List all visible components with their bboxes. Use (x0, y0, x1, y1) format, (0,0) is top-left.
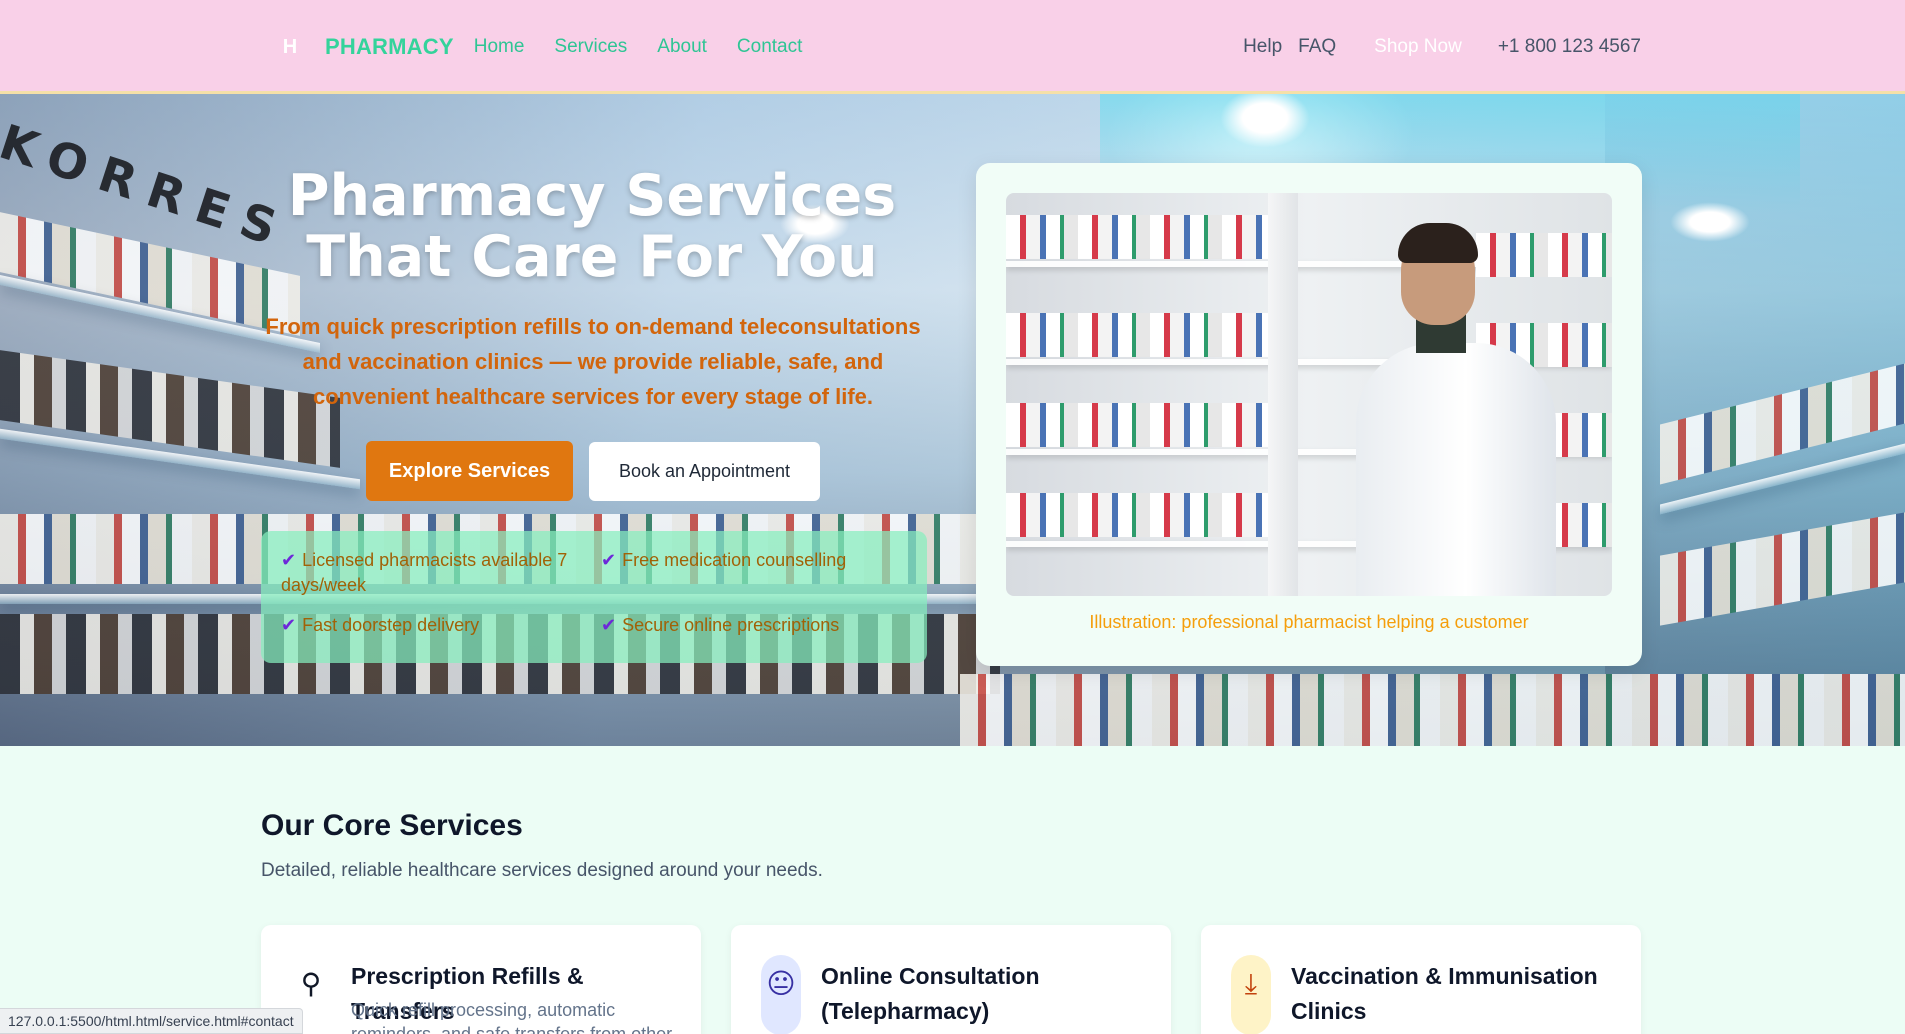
shop-now-button[interactable]: Shop Now (1374, 36, 1462, 58)
services-subtitle: Detailed, reliable healthcare services d… (261, 860, 823, 881)
face-icon: 😐 (761, 955, 801, 1034)
feature-text: Secure online prescriptions (622, 615, 840, 635)
feature-list: ✔ Licensed pharmacists available 7 days/w… (261, 531, 927, 663)
card-title: Vaccination & Immunisation Clinics (1291, 963, 1598, 1024)
hero-subtitle: From quick prescription refills to on-de… (265, 314, 921, 409)
hero-section: KORRES Pharmacy Services That Care For Y… (0, 94, 1905, 746)
help-link[interactable]: Help (1243, 36, 1282, 58)
feature-text: Fast doorstep delivery (302, 615, 480, 635)
nav-link-home[interactable]: Home (474, 36, 525, 58)
logo-mark[interactable]: H (277, 34, 303, 60)
book-appointment-button[interactable]: Book an Appointment (589, 442, 820, 501)
check-icon: ✔ (281, 615, 297, 636)
photo-shelf-stock (1006, 215, 1268, 259)
check-icon: ✔ (601, 615, 617, 636)
faq-link[interactable]: FAQ (1298, 36, 1336, 58)
service-card-prescription[interactable]: ⚲ Prescription Refills & Transfers Quick… (261, 925, 701, 1034)
feature-item: ✔ Free medication counselling (601, 548, 911, 573)
feature-item: ✔ Secure online prescriptions (601, 613, 911, 638)
feature-item: ✔ Licensed pharmacists available 7 days/w… (281, 548, 581, 598)
photo-shelf-stock (1006, 493, 1268, 537)
background-shelf-stock (960, 674, 1905, 746)
hero-title: Pharmacy Services That Care For You (287, 163, 897, 290)
hero-media-card: Illustration: professional pharmacist he… (976, 163, 1642, 666)
nav-link-about[interactable]: About (657, 36, 707, 58)
photo-shelf-stock (1476, 233, 1612, 277)
pharmacist-hair (1398, 223, 1478, 263)
service-card-vaccination[interactable]: ⤓ Vaccination & Immunisation Clinics (1201, 925, 1641, 1034)
check-icon: ✔ (601, 550, 617, 571)
media-caption: Illustration: professional pharmacist he… (1089, 612, 1529, 632)
syringe-check-icon: ⤓ (1231, 955, 1271, 1034)
pharmacist-photo (1006, 193, 1612, 596)
feature-text: Free medication counselling (622, 550, 847, 570)
nav-link-services[interactable]: Services (554, 36, 627, 58)
photo-shelf-stock (1006, 313, 1268, 357)
service-card-telepharmacy[interactable]: 😐 Online Consultation (Telepharmacy) (731, 925, 1171, 1034)
feature-item: ✔ Fast doorstep delivery (281, 613, 581, 638)
photo-shelf-stock (1006, 403, 1268, 447)
top-navbar: H PHARMACY Home Services About Contact H… (0, 0, 1905, 94)
brand-name[interactable]: PHARMACY (325, 34, 454, 60)
status-bar-url: 127.0.0.1:5500/html.html/service.html#co… (0, 1008, 303, 1034)
navbar-inner: H PHARMACY Home Services About Contact H… (277, 0, 1641, 94)
photo-pillar (1268, 193, 1298, 596)
card-title: Online Consultation (Telepharmacy) (821, 963, 1040, 1024)
pharmacist-figure (1356, 343, 1556, 596)
phone-number[interactable]: +1 800 123 4567 (1498, 36, 1641, 58)
explore-services-button[interactable]: Explore Services (366, 441, 573, 501)
card-text: Quick refill processing, automatic remin… (351, 1000, 673, 1034)
nav-link-contact[interactable]: Contact (737, 36, 802, 58)
nav-right: Help FAQ Shop Now +1 800 123 4567 (1243, 36, 1641, 58)
ceiling-light (1670, 202, 1750, 242)
check-icon: ✔ (281, 550, 297, 571)
nav-links: Home Services About Contact (474, 36, 803, 58)
services-title: Our Core Services (261, 809, 523, 842)
feature-text: Licensed pharmacists available 7 days/we… (281, 550, 568, 595)
